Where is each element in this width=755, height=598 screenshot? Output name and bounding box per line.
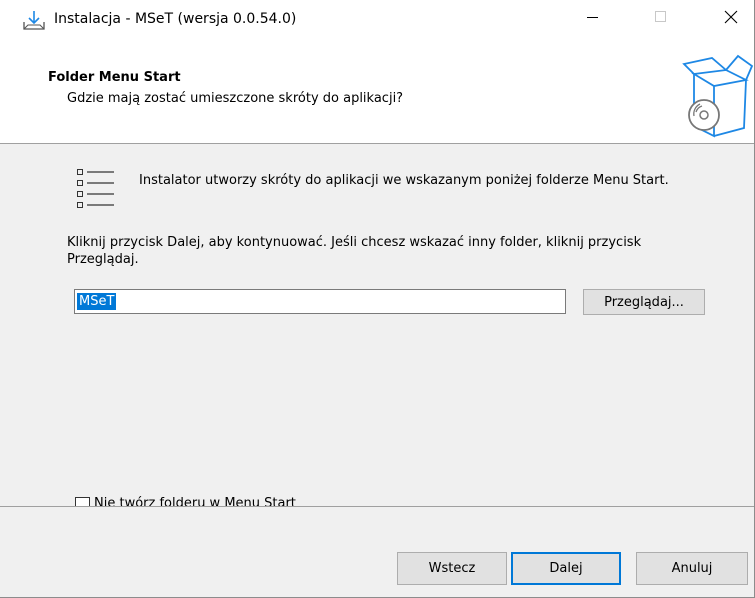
- browse-button[interactable]: Przeglądaj...: [583, 289, 705, 315]
- folder-input-value: MSeT: [77, 293, 117, 310]
- software-box-disc-icon: [682, 52, 754, 138]
- minimize-icon: [587, 11, 599, 27]
- close-button[interactable]: [708, 0, 754, 37]
- wizard-footer: Wstecz Dalej Anuluj: [0, 507, 754, 597]
- start-menu-list-icon: [76, 167, 118, 211]
- back-button[interactable]: Wstecz: [397, 552, 507, 585]
- start-menu-folder-input[interactable]: MSeT: [74, 289, 566, 314]
- installer-download-icon: [22, 10, 46, 32]
- minimize-button[interactable]: [570, 0, 616, 37]
- cancel-button[interactable]: Anuluj: [636, 552, 748, 585]
- title-bar: Instalacja - MSeT (wersja 0.0.54.0): [0, 0, 754, 37]
- close-icon: [724, 10, 738, 28]
- maximize-button: [638, 0, 684, 37]
- wizard-header: Folder Menu Start Gdzie mają zostać umie…: [0, 38, 754, 143]
- next-button[interactable]: Dalej: [511, 552, 621, 585]
- instruction-text: Kliknij przycisk Dalej, aby kontynuować.…: [67, 235, 642, 267]
- maximize-icon: [655, 10, 667, 27]
- window-title: Instalacja - MSeT (wersja 0.0.54.0): [54, 11, 297, 27]
- installer-window: Instalacja - MSeT (wersja 0.0.54.0) Fold…: [0, 0, 755, 598]
- page-subtitle: Gdzie mają zostać umieszczone skróty do …: [67, 91, 404, 106]
- intro-text: Instalator utworzy skróty do aplikacji w…: [139, 173, 669, 188]
- page-title: Folder Menu Start: [48, 70, 181, 85]
- wizard-content: Instalator utworzy skróty do aplikacji w…: [0, 144, 754, 512]
